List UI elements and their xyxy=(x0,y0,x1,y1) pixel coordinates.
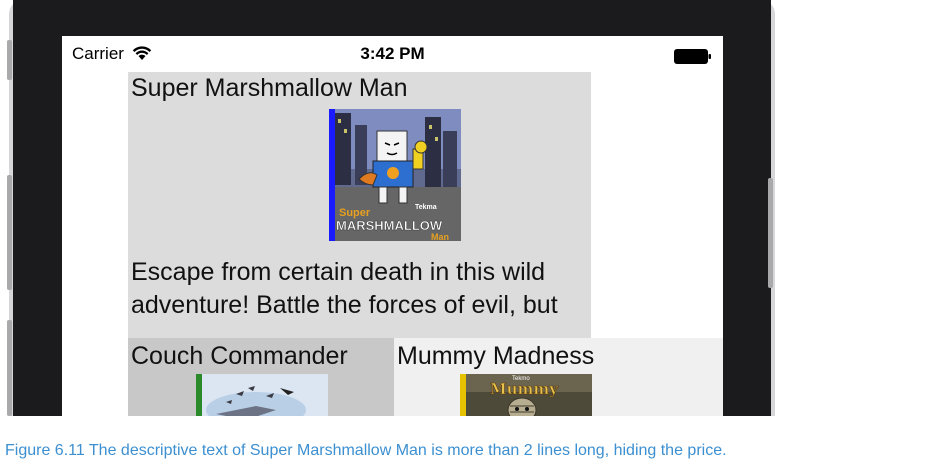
clock-time: 3:42 PM xyxy=(360,44,425,63)
game-card-couch-commander[interactable]: Couch Commander xyxy=(128,338,394,416)
game-title: Couch Commander xyxy=(131,342,348,370)
game-title: Super Marshmallow Man xyxy=(131,74,408,102)
game-cover-image: Tekma Super MARSHMALLOW Man xyxy=(329,109,461,241)
game-cover-image: Tekmo Mummy xyxy=(460,374,592,416)
svg-text:MARSHMALLOW: MARSHMALLOW xyxy=(336,218,443,233)
cover-accent-stripe xyxy=(460,374,466,416)
svg-text:Mummy: Mummy xyxy=(490,380,559,398)
cover-accent-stripe xyxy=(329,109,335,241)
game-card-super-marshmallow-man[interactable]: Super Marshmallow Man Tekma Super MARSHM… xyxy=(128,72,591,338)
cover-accent-stripe xyxy=(196,374,202,416)
game-description: Escape from certain death in this wild a… xyxy=(131,258,558,319)
status-bar: Carrier 3:42 PM xyxy=(62,36,723,72)
game-title: Mummy Madness xyxy=(397,342,595,370)
volume-button xyxy=(7,40,12,80)
figure-caption: Figure 6.11 The descriptive text of Supe… xyxy=(5,442,727,459)
power-button xyxy=(768,178,773,288)
battery-full-icon xyxy=(674,49,711,64)
game-card-mummy-madness[interactable]: Mummy Madness Tekmo Mummy xyxy=(394,338,723,416)
svg-text:Man: Man xyxy=(431,232,449,241)
app-screen: Carrier 3:42 PM Super Marshmallow Man Te… xyxy=(62,36,723,416)
volume-down-button xyxy=(7,320,12,416)
volume-up-button xyxy=(7,175,12,290)
game-cover-image xyxy=(196,374,328,416)
svg-text:Tekma: Tekma xyxy=(415,204,437,211)
